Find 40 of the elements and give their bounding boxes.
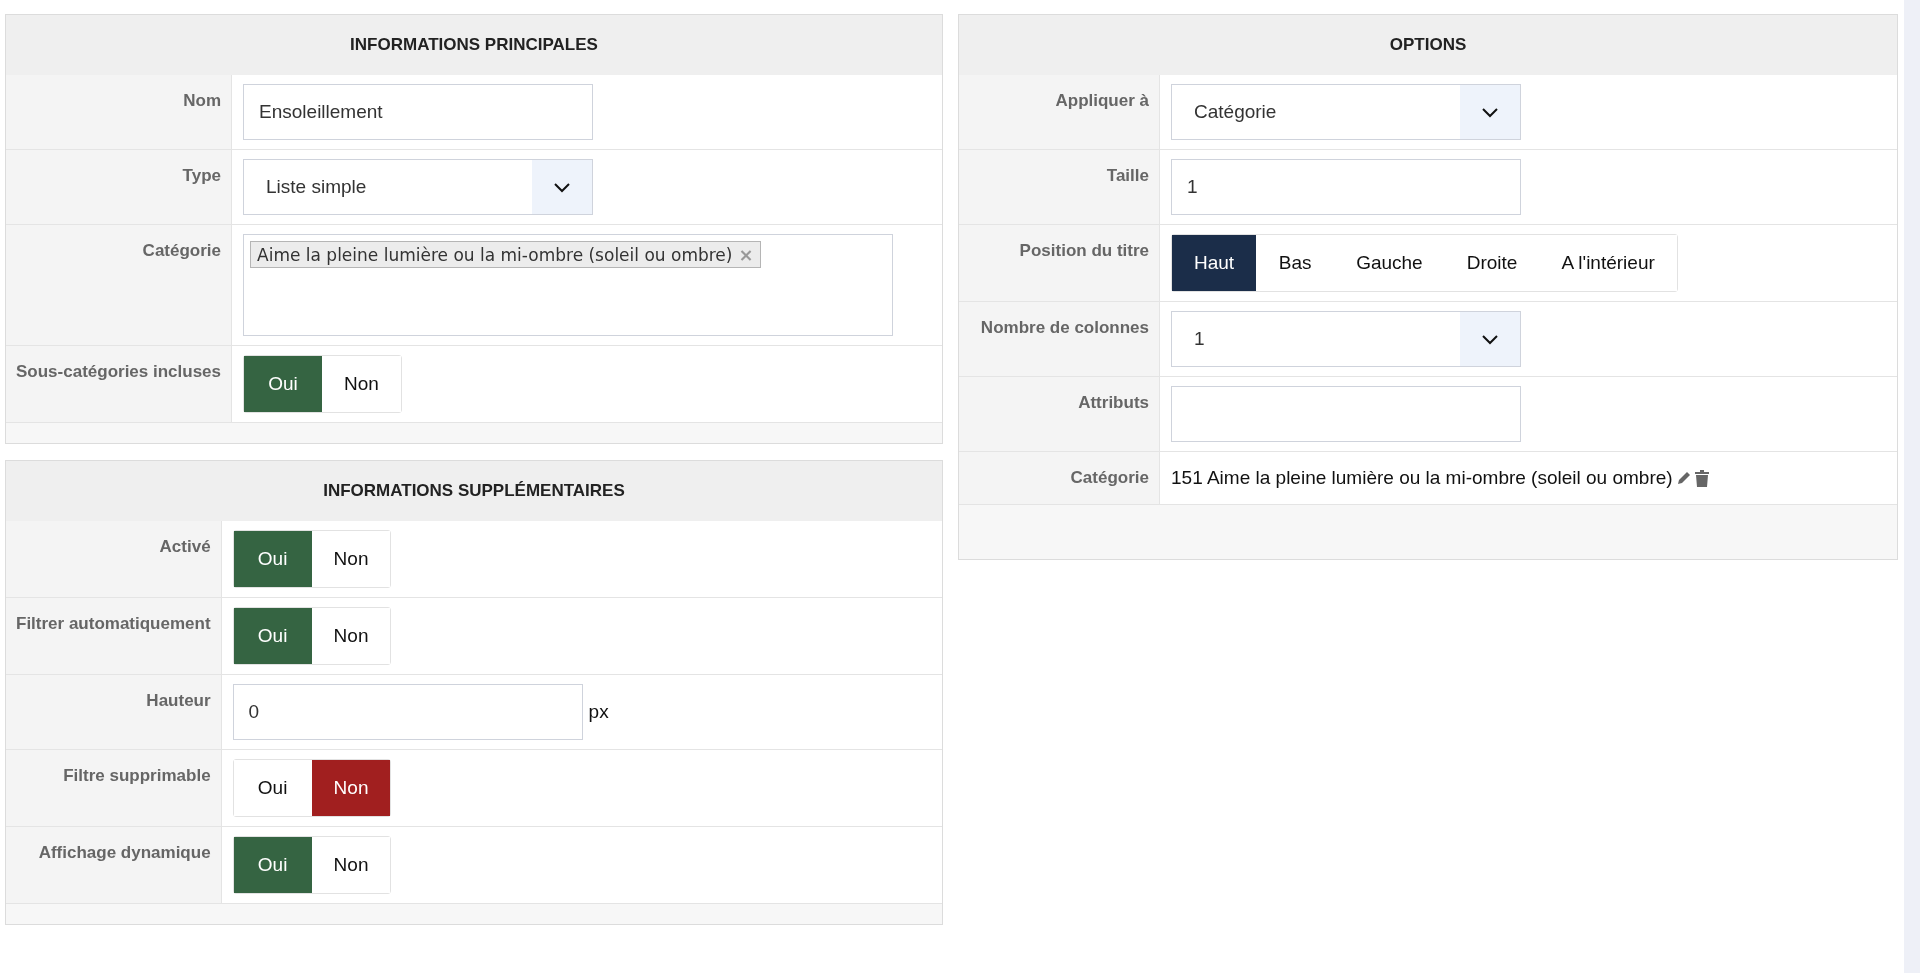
field-label: Affichage dynamique — [6, 827, 222, 904]
field-label: Taille — [959, 150, 1160, 225]
option-button[interactable]: Oui — [233, 837, 312, 893]
option-button[interactable]: Oui — [233, 608, 312, 664]
select-dropdown[interactable]: Liste simple — [243, 159, 594, 215]
option-button[interactable]: Haut — [1172, 235, 1257, 291]
field-label: Sous-catégories incluses — [6, 346, 233, 423]
panel-header: INFORMATIONS PRINCIPALES — [6, 15, 942, 75]
field-label: Attributs — [959, 377, 1160, 452]
unit-label: px — [588, 701, 609, 723]
text-field[interactable]: Ensoleillement — [243, 84, 594, 140]
select-dropdown[interactable]: Catégorie — [1171, 84, 1521, 140]
text-field[interactable]: 0 — [232, 684, 583, 740]
pencil-icon[interactable] — [1675, 470, 1692, 486]
field-label: Filtrer automatiquement — [6, 598, 222, 675]
chevron-down-icon — [1481, 333, 1499, 345]
field-label: Catégorie — [6, 225, 233, 346]
field-label: Type — [6, 150, 233, 225]
option-button[interactable]: Oui — [233, 531, 312, 587]
select-dropdown[interactable]: 1 — [1171, 311, 1521, 367]
field-label: Hauteur — [6, 675, 222, 750]
panel-header: INFORMATIONS SUPPLÉMENTAIRES — [6, 461, 942, 521]
text-field[interactable]: 1 — [1171, 159, 1521, 215]
trash-icon[interactable] — [1694, 469, 1709, 487]
field-label: Nom — [6, 75, 233, 150]
category-tag: Aime la pleine lumière ou la mi-ombre (soleil ou ombre) × — [250, 241, 761, 268]
chevron-down-icon — [1481, 106, 1499, 118]
chevron-down-icon — [553, 181, 572, 193]
field-label: Catégorie — [959, 452, 1160, 505]
option-button[interactable]: Oui — [244, 356, 323, 412]
field-label: Activé — [6, 521, 222, 598]
text-field[interactable] — [1171, 386, 1521, 442]
field-label: Filtre supprimable — [6, 750, 222, 827]
field-label: Appliquer à — [959, 75, 1160, 150]
tag-input-field[interactable]: Aime la pleine lumière ou la mi-ombre (soleil ou ombre) × — [243, 234, 894, 336]
field-label: Position du titre — [959, 225, 1160, 302]
category-value: 151 Aime la pleine lumière ou la mi-ombre (soleil ou ombre) — [1171, 467, 1673, 489]
panel-header: OPTIONS — [959, 15, 1897, 75]
option-button[interactable]: Non — [311, 760, 391, 816]
field-label: Nombre de colonnes — [959, 302, 1160, 377]
